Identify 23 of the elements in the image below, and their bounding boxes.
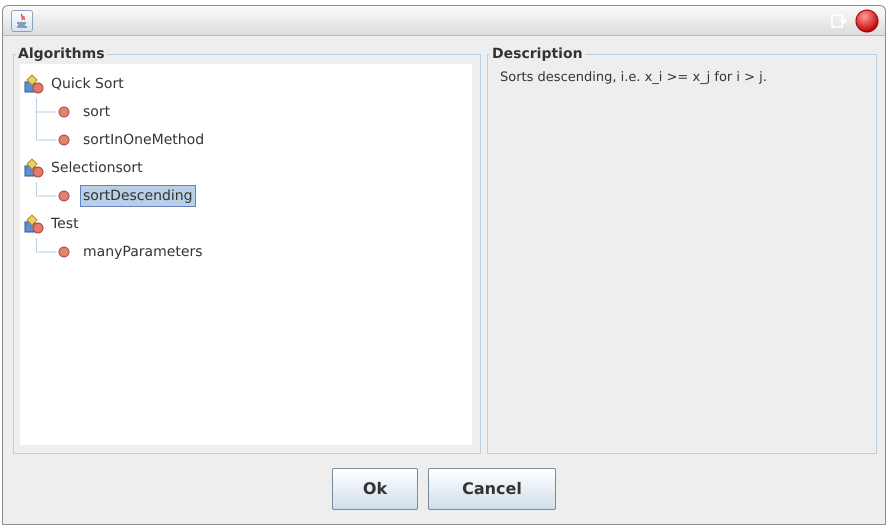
dialog-button[interactable]: Ok <box>332 468 418 510</box>
close-icon[interactable] <box>855 8 879 32</box>
class-icon <box>24 74 44 94</box>
dialog-button[interactable]: Cancel <box>428 468 556 510</box>
app-icon <box>11 10 33 32</box>
tree-item[interactable]: manyParameters <box>80 241 206 263</box>
tree-item[interactable]: sortDescending <box>80 185 196 207</box>
tree-item[interactable]: Test <box>48 213 82 235</box>
tree-item[interactable]: Quick Sort <box>48 73 127 95</box>
description-text: Sorts descending, i.e. x_i >= x_j for i > j. <box>499 69 768 87</box>
method-icon <box>58 246 70 258</box>
method-icon <box>58 106 70 118</box>
tree-item[interactable]: sort <box>80 101 114 123</box>
tree-connector <box>36 182 56 196</box>
method-icon <box>58 190 70 202</box>
group-title: Description <box>490 44 585 64</box>
tree-connector <box>36 238 56 252</box>
tree-item[interactable]: Selectionsort <box>48 157 146 179</box>
class-icon <box>24 214 44 234</box>
class-icon <box>24 158 44 178</box>
method-icon <box>58 134 70 146</box>
tree-item[interactable]: sortInOneMethod <box>80 129 208 151</box>
group-title: Algorithms <box>16 44 107 64</box>
